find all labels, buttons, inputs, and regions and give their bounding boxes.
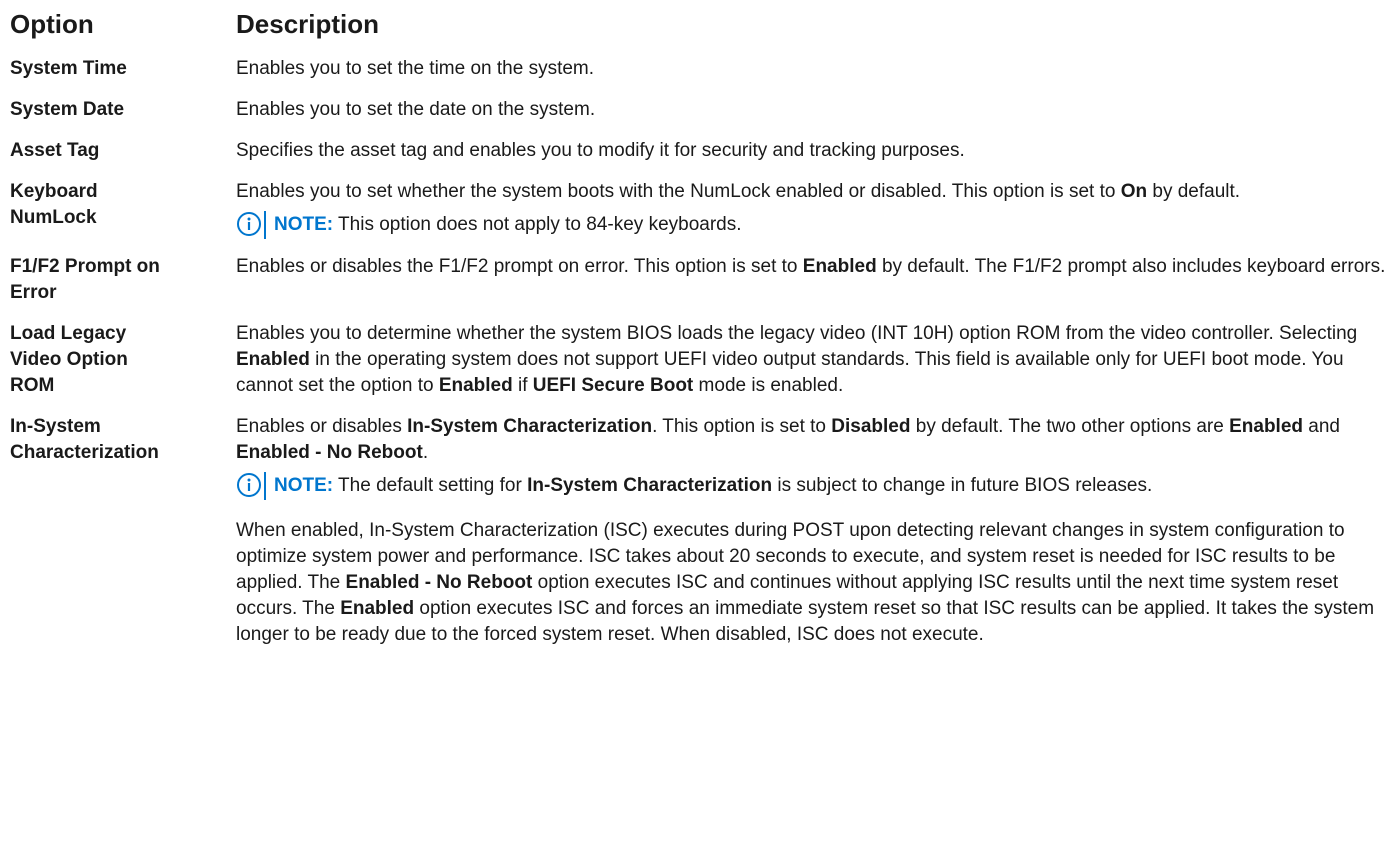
option-description: Enables you to set the date on the syste…: [236, 97, 1386, 123]
table-row-system-time: System Time Enables you to set the time …: [10, 56, 1390, 82]
table-row-system-date: System Date Enables you to set the date …: [10, 97, 1390, 123]
text-run: Enables or disables: [236, 416, 408, 437]
text-run: Enables you to determine whether the sys…: [236, 323, 1358, 344]
text-run: .: [422, 442, 429, 463]
description-text: Enables you to set the date on the syste…: [236, 99, 596, 120]
option-name-line: Characterization: [10, 442, 159, 463]
table-row-in-system-characterization: In-System Characterization Enables or di…: [10, 414, 1390, 648]
option-name-line: In-System: [10, 416, 101, 437]
option-name-line: NumLock: [10, 207, 97, 228]
description-paragraph: When enabled, In-System Characterization…: [236, 518, 1386, 648]
option-description: Enables or disables In-System Characteri…: [236, 414, 1386, 648]
text-run: This option does not apply to 84-key key…: [333, 214, 742, 235]
note-divider: [264, 472, 266, 500]
bold-value: In-System Characterization: [527, 475, 773, 496]
text-run: mode is enabled.: [693, 375, 844, 396]
option-name: Load Legacy Video Option ROM: [10, 321, 236, 399]
bold-value: Enabled: [1229, 416, 1303, 437]
bold-value: In-System Characterization: [407, 416, 653, 437]
option-name-line: Keyboard: [10, 181, 98, 202]
option-description: Enables or disables the F1/F2 prompt on …: [236, 254, 1386, 306]
option-name-line: F1/F2 Prompt on: [10, 256, 160, 277]
option-description: Enables you to determine whether the sys…: [236, 321, 1386, 399]
option-name: Keyboard NumLock: [10, 179, 236, 239]
bold-value: Enabled: [236, 349, 310, 370]
option-description: Specifies the asset tag and enables you …: [236, 138, 1386, 164]
option-name: System Time: [10, 58, 127, 79]
bold-value: Enabled - No Reboot: [345, 572, 533, 593]
description-text: Enables or disables the F1/F2 prompt on …: [236, 254, 1386, 280]
table-row-asset-tag: Asset Tag Specifies the asset tag and en…: [10, 138, 1390, 164]
text-run: by default. The F1/F2 prompt also includ…: [876, 256, 1386, 277]
bold-value: On: [1120, 181, 1148, 202]
note-label: NOTE:: [274, 475, 334, 496]
option-name: Asset Tag: [10, 140, 100, 161]
note-callout: NOTE: The default setting for In-System …: [236, 472, 1386, 500]
text-run: is subject to change in future BIOS rele…: [772, 475, 1153, 496]
text-run: if: [512, 375, 533, 396]
description-text: Enables you to determine whether the sys…: [236, 321, 1386, 399]
text-run: Enables or disables the F1/F2 prompt on …: [236, 256, 803, 277]
bold-value: Enabled: [802, 256, 877, 277]
note-label: NOTE:: [274, 214, 334, 235]
description-text: Specifies the asset tag and enables you …: [236, 140, 965, 161]
option-name-line: ROM: [10, 375, 55, 396]
option-name: System Date: [10, 99, 125, 120]
bold-value: Enabled - No Reboot: [236, 442, 423, 463]
note-divider: [264, 211, 266, 239]
bold-value: Enabled: [438, 375, 513, 396]
text-run: The default setting for: [333, 475, 528, 496]
text-run: Enables you to set whether the system bo…: [236, 181, 1121, 202]
option-column-header: Option: [10, 9, 94, 39]
option-description: Enables you to set the time on the syste…: [236, 56, 1386, 82]
description-text: Enables or disables In-System Characteri…: [236, 414, 1386, 466]
note-callout: NOTE: This option does not apply to 84-k…: [236, 211, 1386, 239]
option-name: In-System Characterization: [10, 414, 236, 648]
description-text: Enables you to set whether the system bo…: [236, 179, 1386, 205]
text-run: by default.: [1147, 181, 1241, 202]
table-row-load-legacy-video-option-rom: Load Legacy Video Option ROM Enables you…: [10, 321, 1390, 399]
text-run: by default. The two other options are: [910, 416, 1230, 437]
bold-value: UEFI Secure Boot: [532, 375, 694, 396]
option-name: F1/F2 Prompt on Error: [10, 254, 236, 306]
option-description: Enables you to set whether the system bo…: [236, 179, 1386, 239]
option-name-line: Load Legacy: [10, 323, 127, 344]
description-column-header: Description: [236, 9, 380, 39]
note-text: NOTE: The default setting for In-System …: [274, 472, 1152, 500]
table-header: Option Description: [10, 8, 1390, 40]
text-run: and: [1303, 416, 1340, 437]
table-row-f1f2-prompt: F1/F2 Prompt on Error Enables or disable…: [10, 254, 1390, 306]
bold-value: Enabled: [340, 598, 415, 619]
text-run: . This option is set to: [652, 416, 832, 437]
description-text: Enables you to set the time on the syste…: [236, 58, 595, 79]
bios-options-table: Option Description System Time Enables y…: [0, 0, 1390, 648]
table-row-keyboard-numlock: Keyboard NumLock Enables you to set whet…: [10, 179, 1390, 239]
bold-value: Disabled: [831, 416, 911, 437]
note-text: NOTE: This option does not apply to 84-k…: [274, 211, 742, 239]
option-name-line: Error: [10, 282, 57, 303]
option-name-line: Video Option: [10, 349, 128, 370]
info-circle-icon: [237, 212, 261, 236]
info-circle-icon: [237, 473, 261, 497]
